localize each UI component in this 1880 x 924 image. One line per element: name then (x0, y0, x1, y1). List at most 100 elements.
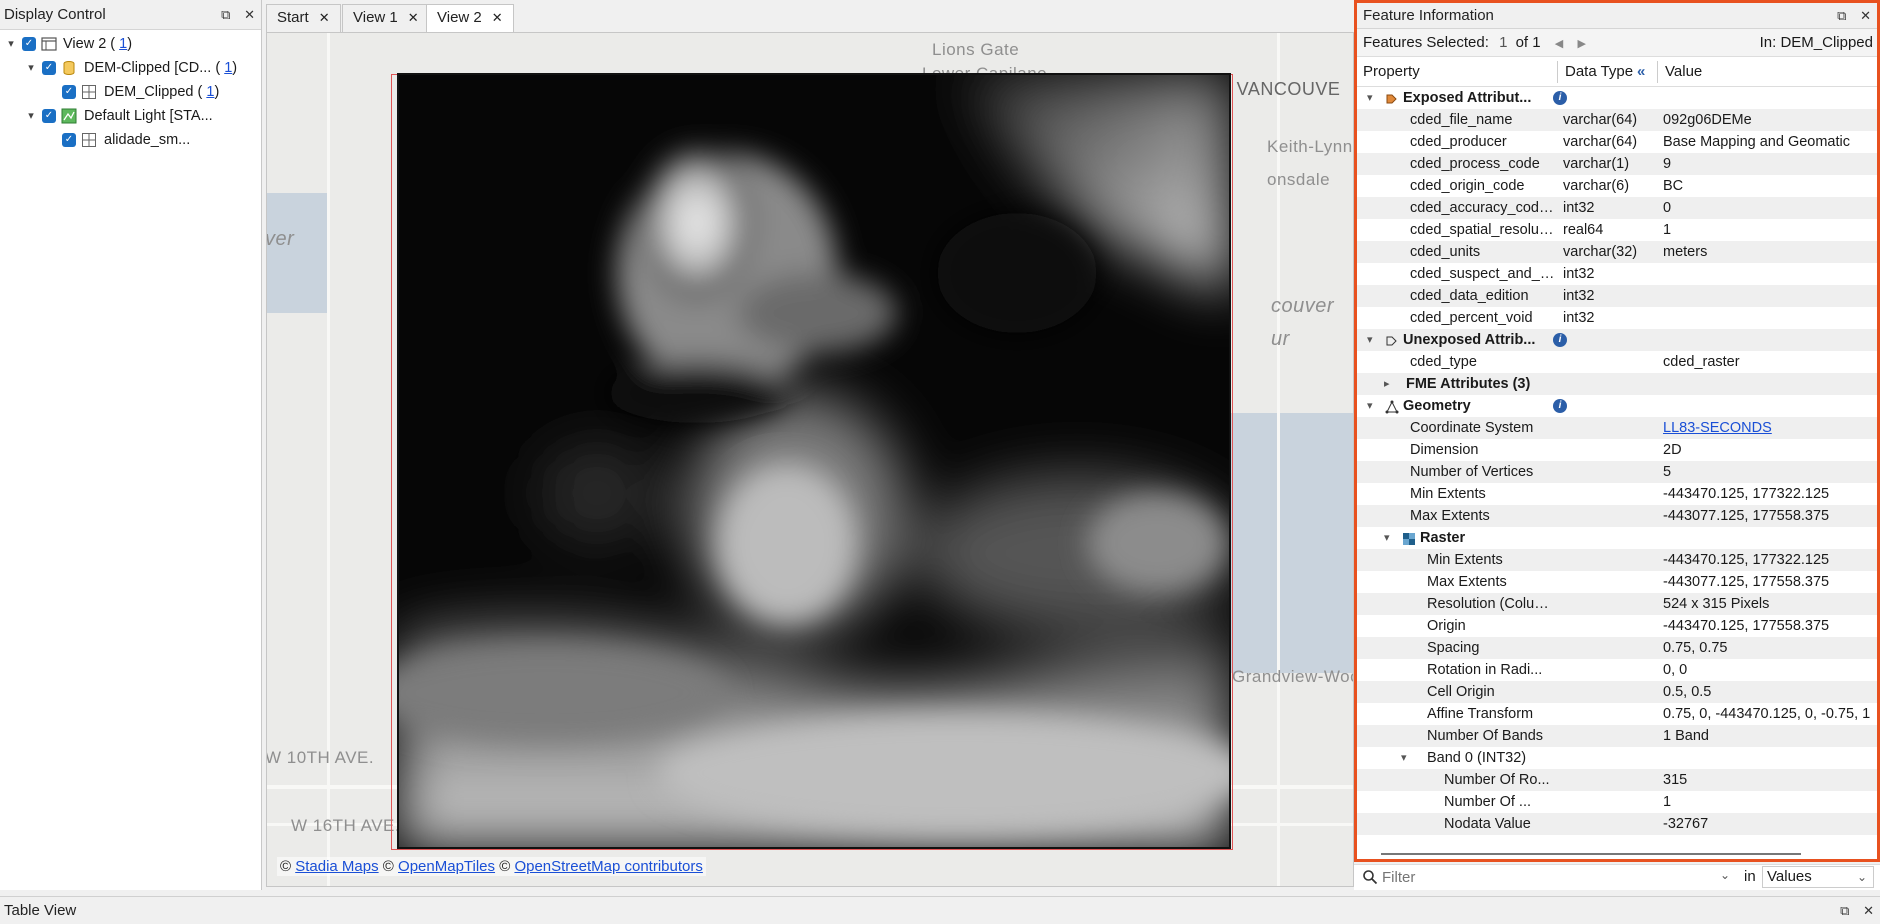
property-row[interactable]: cded_origin_code varchar(6) BC (1357, 175, 1877, 197)
checkbox-view-2[interactable]: ✓ (22, 37, 36, 51)
property-row[interactable]: cded_producer varchar(64) Base Mapping and… (1357, 131, 1877, 153)
property-row[interactable]: Max Extents -443077.125, 177558.375 (1357, 505, 1877, 527)
property-row[interactable]: Number Of Bands 1 Band (1357, 725, 1877, 747)
property-value: -443470.125, 177322.125 (1663, 552, 1830, 568)
chevron-down-icon[interactable]: ▾ (1401, 747, 1407, 769)
filter-scope-select[interactable]: Values ⌄ (1762, 866, 1874, 888)
chevron-down-icon[interactable]: ▾ (24, 104, 38, 128)
property-row[interactable]: cded_suspect_and_voi... int32 (1357, 263, 1877, 285)
filter-input[interactable] (1382, 866, 1712, 888)
property-row[interactable]: Coordinate System LL83-SECONDS (1357, 417, 1877, 439)
property-row[interactable]: cded_data_edition int32 (1357, 285, 1877, 307)
property-group-row[interactable]: ▾ Geometry i (1357, 395, 1877, 417)
property-row[interactable]: Min Extents -443470.125, 177322.125 (1357, 549, 1877, 571)
tree-item-alidade[interactable]: ✓ alidade_sm... (0, 128, 261, 152)
openmaptiles-link[interactable]: OpenMapTiles (398, 858, 495, 875)
fme-data-inspector: Display Control ⧉ ✕ ▾ ✓ View 2 ( 1) ▾ ✓ … (0, 0, 1880, 924)
chevron-down-icon[interactable]: ▾ (1367, 395, 1373, 417)
info-icon[interactable]: i (1553, 91, 1567, 105)
close-tab-icon[interactable]: ✕ (492, 10, 503, 25)
property-group-row[interactable]: ▸ FME Attributes (3) (1357, 373, 1877, 395)
close-tab-icon[interactable]: ✕ (319, 10, 330, 25)
tree-item-view-2[interactable]: ▾ ✓ View 2 ( 1) (0, 32, 261, 56)
property-column-header[interactable]: Property (1363, 57, 1420, 87)
data-type-column-header[interactable]: Data Type (1565, 57, 1633, 87)
vertical-scrollbar[interactable] (1865, 63, 1875, 849)
float-panel-icon[interactable]: ⧉ (1840, 903, 1849, 918)
property-row[interactable]: Rotation in Radi... 0, 0 (1357, 659, 1877, 681)
tree-item-default-light[interactable]: ▾ ✓ Default Light [STA... (0, 104, 261, 128)
dem-raster-image[interactable] (397, 73, 1231, 849)
property-row[interactable]: Dimension 2D (1357, 439, 1877, 461)
info-icon[interactable]: i (1553, 333, 1567, 347)
chevron-down-icon[interactable]: ▾ (24, 56, 38, 80)
chevron-down-icon[interactable]: ▾ (4, 32, 18, 56)
data-type: int32 (1563, 310, 1595, 326)
property-value[interactable]: LL83-SECONDS (1663, 417, 1873, 439)
property-row[interactable]: Nodata Value -32767 (1357, 813, 1877, 835)
view-tabs: Start ✕ View 1 ✕ View 2 ✕ (266, 0, 1354, 33)
close-panel-icon[interactable]: ✕ (1860, 8, 1871, 23)
property-row[interactable]: cded_process_code varchar(1) 9 (1357, 153, 1877, 175)
property-row[interactable]: Number Of ... 1 (1357, 791, 1877, 813)
property-name: cded_spatial_resoluti... (1410, 222, 1557, 238)
property-row[interactable]: Min Extents -443470.125, 177322.125 (1357, 483, 1877, 505)
checkbox-dem-clipped-raster[interactable]: ✓ (62, 85, 76, 99)
chevron-down-icon[interactable]: ⌄ (1720, 868, 1730, 882)
property-row[interactable]: Number Of Ro... 315 (1357, 769, 1877, 791)
close-panel-icon[interactable]: ✕ (1863, 903, 1874, 918)
next-feature-icon[interactable]: ▶ (1577, 38, 1585, 50)
close-tab-icon[interactable]: ✕ (408, 10, 419, 25)
selected-index[interactable]: 1 (1499, 34, 1507, 51)
property-row[interactable]: cded_percent_void int32 (1357, 307, 1877, 329)
property-value: 0 (1663, 200, 1672, 216)
property-row[interactable]: Affine Transform 0.75, 0, -443470.125, 0,… (1357, 703, 1877, 725)
value-column-header[interactable]: Value (1665, 57, 1702, 87)
map-view[interactable]: Lions Gate Lower Capilano NORTH VANCOUVE… (266, 32, 1354, 887)
property-row[interactable]: cded_spatial_resoluti... real64 1 (1357, 219, 1877, 241)
map-label: onsdale (1267, 170, 1331, 189)
property-row[interactable]: Max Extents -443077.125, 177558.375 (1357, 571, 1877, 593)
chevron-down-icon[interactable]: ▾ (1367, 329, 1373, 351)
info-icon[interactable]: i (1553, 399, 1567, 413)
tree-label-suffix: ) (232, 60, 238, 76)
float-panel-icon[interactable]: ⧉ (1837, 8, 1846, 23)
property-row[interactable]: Origin -443470.125, 177558.375 (1357, 615, 1877, 637)
previous-feature-icon[interactable]: ◀ (1555, 38, 1563, 50)
collapse-column-icon[interactable]: « (1637, 57, 1645, 87)
chevron-down-icon[interactable]: ▾ (1384, 527, 1390, 549)
property-row[interactable]: cded_file_name varchar(64) 092g06DEMe (1357, 109, 1877, 131)
property-name: Number of Vertices (1410, 464, 1534, 480)
checkbox-default-light[interactable]: ✓ (42, 109, 56, 123)
property-group-row[interactable]: ▾ Unexposed Attrib... i (1357, 329, 1877, 351)
property-row[interactable]: Resolution (Colum... 524 x 315 Pixels (1357, 593, 1877, 615)
tab-view-1[interactable]: View 1 ✕ (342, 4, 430, 32)
column-divider[interactable] (1657, 61, 1658, 83)
property-group-row[interactable]: ▾ Raster (1357, 527, 1877, 549)
chevron-down-icon: ⌄ (1856, 870, 1867, 884)
tab-start[interactable]: Start ✕ (266, 4, 341, 32)
openstreetmap-link[interactable]: OpenStreetMap contributors (514, 858, 702, 875)
property-name: Min Extents (1410, 486, 1486, 502)
horizontal-scrollbar[interactable] (1381, 853, 1801, 855)
property-row[interactable]: Number of Vertices 5 (1357, 461, 1877, 483)
float-panel-icon[interactable]: ⧉ (221, 7, 230, 22)
tree-item-dem-clipped-dataset[interactable]: ▾ ✓ DEM-Clipped [CD... ( 1) (0, 56, 261, 80)
tree-item-dem-clipped-raster[interactable]: ✓ DEM_Clipped ( 1) (0, 80, 261, 104)
property-row[interactable]: cded_units varchar(32) meters (1357, 241, 1877, 263)
close-panel-icon[interactable]: ✕ (244, 7, 255, 22)
column-divider[interactable] (1557, 61, 1558, 83)
tab-view-2[interactable]: View 2 ✕ (426, 4, 514, 33)
property-row[interactable]: Cell Origin 0.5, 0.5 (1357, 681, 1877, 703)
chevron-down-icon[interactable]: ▾ (1367, 87, 1373, 109)
property-row[interactable]: cded_type cded_raster (1357, 351, 1877, 373)
stadia-maps-link[interactable]: Stadia Maps (295, 858, 378, 875)
property-group-row[interactable]: ▾ Exposed Attribut... i (1357, 87, 1877, 109)
chevron-right-icon[interactable]: ▸ (1384, 373, 1390, 395)
property-row[interactable]: ▾ Band 0 (INT32) (1357, 747, 1877, 769)
property-row[interactable]: Spacing 0.75, 0.75 (1357, 637, 1877, 659)
property-row[interactable]: cded_accuracy_code_... int32 0 (1357, 197, 1877, 219)
checkbox-alidade[interactable]: ✓ (62, 133, 76, 147)
checkbox-dem-clipped[interactable]: ✓ (42, 61, 56, 75)
property-value: cded_raster (1663, 354, 1740, 370)
